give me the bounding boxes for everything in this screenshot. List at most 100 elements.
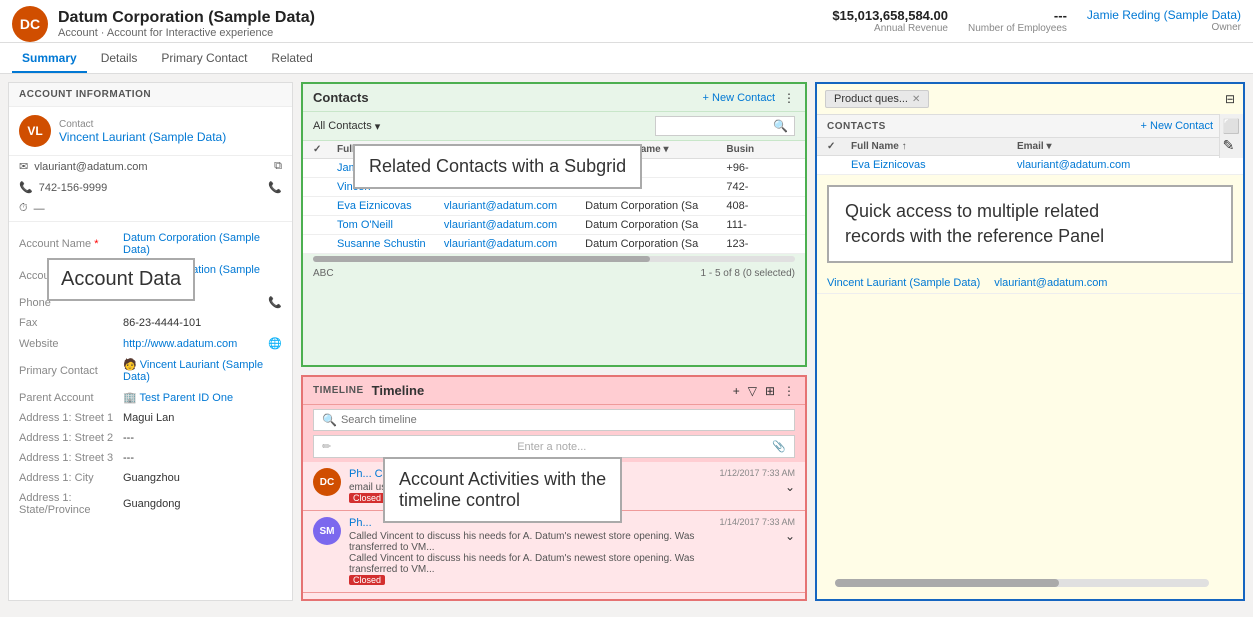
row-email[interactable]: vlauriant@adatum.com <box>444 238 581 250</box>
col-business[interactable]: Busin <box>726 144 795 155</box>
timeline-more-icon[interactable]: ⋮ <box>783 384 795 398</box>
ref-scrollbar[interactable] <box>835 579 1209 587</box>
row-bus: +96- <box>726 162 795 174</box>
tab-summary[interactable]: Summary <box>12 43 87 73</box>
timeline-search-input[interactable] <box>341 414 786 426</box>
row-email[interactable]: vlauriant@adatum.com <box>444 200 581 212</box>
phone-action-icon[interactable]: 📞 <box>268 181 282 194</box>
contact-phone[interactable]: 742-156-9999 <box>39 182 108 194</box>
employees-label: Number of Employees <box>968 23 1067 34</box>
tl-title-3[interactable]: Task modified by Carlos Grilo (Sample Da… <box>349 599 795 601</box>
contacts-more-icon[interactable]: ⋮ <box>783 91 795 105</box>
timeline-panel: TIMELINE Timeline + ▽ ⊞ ⋮ 🔍 ✏ Enter a no… <box>301 375 807 601</box>
tl-badge-1: Closed <box>349 493 385 503</box>
field-label-parent-account: Parent Account <box>19 392 119 404</box>
account-info-header: ACCOUNT INFORMATION <box>9 83 292 107</box>
row-bus: 123- <box>726 238 795 250</box>
row-bus: 742- <box>726 181 795 193</box>
field-value-parent-account[interactable]: 🏢 Test Parent ID One <box>123 391 282 404</box>
ref-side-icon-1[interactable]: ⬜ <box>1223 118 1240 135</box>
field-value-account-name-1[interactable]: Datum Corporation (Sample Data) <box>123 232 282 256</box>
ref-tab-close-icon[interactable]: ✕ <box>912 94 920 105</box>
tl-expand-icon-2[interactable]: ⌄ <box>785 529 795 543</box>
tl-expand-icon-1[interactable]: ⌄ <box>785 480 795 494</box>
row-name[interactable]: Susanne Schustin <box>337 238 440 250</box>
email-icon: ✉ <box>19 160 28 173</box>
ref-contact-row[interactable]: Vincent Lauriant (Sample Data) vlauriant… <box>817 273 1243 294</box>
contacts-search-input[interactable] <box>662 120 769 132</box>
row-company: Datum Corporation (Sa <box>585 200 722 212</box>
row-name[interactable]: Tom O'Neill <box>337 219 440 231</box>
attachment-icon[interactable]: 📎 <box>772 440 786 453</box>
field-value-state[interactable]: Guangdong <box>123 498 282 510</box>
row-bus: 408- <box>726 200 795 212</box>
tl-avatar-sm: SM <box>313 517 341 545</box>
ref-contact-name[interactable]: Vincent Lauriant (Sample Data) <box>827 277 986 289</box>
ref-row-email[interactable]: vlauriant@adatum.com <box>1017 159 1233 171</box>
left-panel: ACCOUNT INFORMATION VL Contact Vincent L… <box>8 82 293 601</box>
timer-value: — <box>34 203 45 215</box>
contacts-scrollbar[interactable] <box>313 256 795 262</box>
top-header: DC Datum Corporation (Sample Data) Accou… <box>0 0 1253 43</box>
tab-details[interactable]: Details <box>91 43 148 73</box>
row-company: Datum Corporation (Sa <box>585 238 722 250</box>
globe-icon[interactable]: 🌐 <box>268 337 282 350</box>
row-email[interactable]: vlauriant@adatum.com <box>444 219 581 231</box>
ref-grid-header: ✓ Full Name ↑ Email ▾ <box>817 138 1243 156</box>
tl-date-2: 1/14/2017 7:33 AM <box>719 517 795 527</box>
timeline-item: SM Ph... Called Vincent to discuss his n… <box>303 511 805 593</box>
contacts-filter-dropdown[interactable]: All Contacts ▾ <box>313 120 380 133</box>
field-value-website[interactable]: http://www.adatum.com <box>123 338 264 350</box>
ref-row-name[interactable]: Eva Eiznicovas <box>851 159 1013 171</box>
ref-col-check: ✓ <box>827 141 847 152</box>
main-content: ACCOUNT INFORMATION VL Contact Vincent L… <box>0 74 1253 609</box>
reference-panel: Product ques... ✕ ⊟ ⬜ ✎ CONTACTS + New C… <box>815 82 1245 601</box>
ref-contacts-header: CONTACTS + New Contact ⋮ <box>817 115 1243 138</box>
ref-grid-view-icon[interactable]: ⊟ <box>1225 92 1235 106</box>
contact-avatar: VL <box>19 115 51 147</box>
ref-scrollbar-thumb <box>835 579 1059 587</box>
copy-icon[interactable]: ⧉ <box>274 160 282 173</box>
ref-col-fullname[interactable]: Full Name ↑ <box>851 141 1013 152</box>
ref-new-contact-button[interactable]: + New Contact <box>1141 120 1213 132</box>
new-contact-button[interactable]: + New Contact <box>703 92 775 104</box>
field-value-city[interactable]: Guangzhou <box>123 472 282 484</box>
owner-label: Owner <box>1212 22 1241 33</box>
field-label-street2: Address 1: Street 2 <box>19 432 119 444</box>
field-label-primary-contact: Primary Contact <box>19 365 119 377</box>
nav-tabs: Summary Details Primary Contact Related <box>0 43 1253 74</box>
tab-related[interactable]: Related <box>261 43 322 73</box>
field-value-fax[interactable]: 86-23-4444-101 <box>123 317 282 329</box>
timeline-grid-icon[interactable]: ⊞ <box>765 384 775 398</box>
contact-email[interactable]: vlauriant@adatum.com <box>34 161 147 173</box>
tl-date-1: 1/12/2017 7:33 AM <box>719 468 795 478</box>
field-label-city: Address 1: City <box>19 472 119 484</box>
tl-body-2: Called Vincent to discuss his needs for … <box>349 531 711 575</box>
phone-field-icon[interactable]: 📞 <box>268 296 282 309</box>
ref-tab[interactable]: Product ques... ✕ <box>825 90 929 108</box>
contacts-panel-title: Contacts <box>313 90 369 105</box>
revenue-label: Annual Revenue <box>874 23 948 34</box>
field-label-street3: Address 1: Street 3 <box>19 452 119 464</box>
field-value-street2: --- <box>123 432 282 444</box>
tab-primary-contact[interactable]: Primary Contact <box>151 43 257 73</box>
ref-col-email[interactable]: Email ▾ <box>1017 141 1233 152</box>
table-row[interactable]: Eva Eiznicovas vlauriant@adatum.com Datu… <box>303 197 805 216</box>
timeline-filter-icon[interactable]: ▽ <box>748 384 757 398</box>
note-placeholder[interactable]: Enter a note... <box>517 441 586 453</box>
timeline-section-label: TIMELINE <box>313 385 364 396</box>
owner-value[interactable]: Jamie Reding (Sample Data) <box>1087 8 1241 22</box>
timeline-title: Timeline <box>372 383 425 398</box>
reference-panel-annotation: Quick access to multiple relatedrecords … <box>827 185 1233 263</box>
row-name[interactable]: Eva Eiznicovas <box>337 200 440 212</box>
table-row[interactable]: Susanne Schustin vlauriant@adatum.com Da… <box>303 235 805 254</box>
timeline-add-icon[interactable]: + <box>733 384 740 398</box>
ref-grid-row[interactable]: Eva Eiznicovas vlauriant@adatum.com <box>817 156 1243 175</box>
ref-contact-email[interactable]: vlauriant@adatum.com <box>994 277 1233 289</box>
contact-name[interactable]: Vincent Lauriant (Sample Data) <box>59 130 226 144</box>
filter-label: All Contacts <box>313 120 372 132</box>
field-value-street1[interactable]: Magui Lan <box>123 412 282 424</box>
ref-side-icon-2[interactable]: ✎ <box>1223 137 1240 154</box>
field-value-primary-contact[interactable]: 🧑 Vincent Lauriant (Sample Data) <box>123 358 282 383</box>
table-row[interactable]: Tom O'Neill vlauriant@adatum.com Datum C… <box>303 216 805 235</box>
